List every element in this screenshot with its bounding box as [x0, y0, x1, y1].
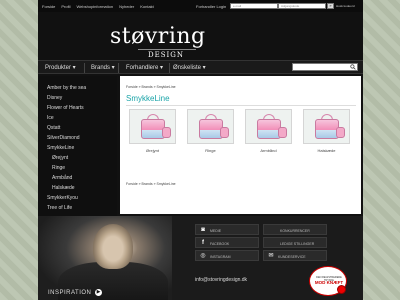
kundeservice-button[interactable]: ✉ KUNDESERVICE: [263, 250, 327, 261]
instagram-button[interactable]: ◎ INSTAGRAM: [195, 250, 259, 261]
breadcrumb-bottom[interactable]: Forside » Brands » SmykkeLine: [126, 182, 176, 186]
sidebar-item-halskaede[interactable]: Halskæde: [52, 185, 75, 191]
product-image[interactable]: [187, 109, 234, 144]
badge-ring-icon: [337, 285, 346, 294]
logo-divider: [138, 49, 196, 50]
sidebar-item-qstatt[interactable]: Qstatt: [47, 125, 60, 131]
page-title: SmykkeLine: [126, 94, 170, 103]
logo-main-text: støvring: [110, 24, 206, 49]
top-link-profil[interactable]: Profil: [61, 4, 70, 9]
konkurrencer-label: KONKURRENCER: [280, 229, 310, 233]
product-label[interactable]: Ørejynt: [129, 148, 176, 153]
instagram-label: INSTAGRAM: [210, 255, 231, 259]
nav-onskeliste-label: Ønskeliste: [173, 65, 202, 71]
sidebar-item-orejynt[interactable]: Ørejynt: [52, 155, 68, 161]
product-image[interactable]: [129, 109, 176, 144]
product-image[interactable]: [245, 109, 292, 144]
nav-separator: [118, 63, 119, 73]
password-field[interactable]: Adgangskode: [278, 3, 326, 9]
nav-produkter[interactable]: Produkter ▾: [45, 64, 76, 71]
top-link-forside[interactable]: Forside: [42, 4, 55, 9]
search-input[interactable]: [292, 63, 358, 71]
sidebar-item-tree-of-life[interactable]: Tree of Life: [47, 205, 72, 211]
username-field[interactable]: e-mail: [230, 3, 278, 9]
sidebar-item-smykkerkyou[interactable]: SmykkerKyou: [47, 195, 78, 201]
product-card[interactable]: Armbånd: [245, 109, 292, 153]
nav-separator: [84, 63, 85, 73]
product-card[interactable]: Ringe: [187, 109, 234, 153]
facebook-icon: f: [202, 240, 204, 246]
promo-image-face: [93, 224, 133, 269]
logo-sub-text: DESIGN: [148, 51, 184, 59]
instagram-icon: ◎: [200, 253, 206, 259]
sidebar-item-amber[interactable]: Amber by the sea: [47, 85, 86, 91]
nav-brands[interactable]: Brands ▾: [91, 64, 115, 71]
nav-forhandlere-label: Forhandlere: [126, 65, 159, 71]
nav-onskeliste[interactable]: Ønskeliste ▾: [173, 64, 206, 71]
sidebar-item-ringe[interactable]: Ringe: [52, 165, 65, 171]
remember-label[interactable]: Husk kodeord: [336, 4, 355, 8]
page-frame: Forside Profil Webshopinformation Nyhede…: [38, 0, 363, 300]
top-link-nyheder[interactable]: Nyheder: [119, 4, 134, 9]
ledige-stillinger-button[interactable]: LEDIGE STILLINGER: [263, 237, 327, 248]
product-label[interactable]: Ringe: [187, 148, 234, 153]
main-content: Forside » Brands » SmykkeLine SmykkeLine…: [120, 76, 361, 214]
facebook-label: FACEBOOK: [210, 242, 230, 246]
title-divider: [126, 105, 356, 106]
sidebar: Amber by the sea Disney Flower of Hearts…: [38, 76, 117, 216]
nav-separator: [169, 63, 170, 73]
footer: INSPIRATION ▶ ◙ MEDIE KONKURRENCER f FAC…: [38, 216, 363, 300]
sidebar-item-flower-of-hearts[interactable]: Flower of Hearts: [47, 105, 84, 111]
inspiration-label: INSPIRATION: [48, 290, 92, 296]
product-card[interactable]: Ørejynt: [129, 109, 176, 153]
sidebar-item-silverdiamond[interactable]: SilverDiamond: [47, 135, 80, 141]
product-label[interactable]: Armbånd: [245, 148, 292, 153]
product-label[interactable]: Halskæde: [303, 148, 350, 153]
nav-forhandlere[interactable]: Forhandlere ▾: [126, 64, 163, 71]
contact-email[interactable]: info@stovringdesign.dk: [195, 277, 247, 283]
inspiration-banner[interactable]: INSPIRATION ▶: [38, 216, 172, 300]
logo[interactable]: støvring DESIGN: [38, 12, 363, 60]
breadcrumb[interactable]: Forside » Brands » SmykkeLine: [126, 85, 176, 89]
medie-label: MEDIE: [210, 229, 222, 233]
facebook-button[interactable]: f FACEBOOK: [195, 237, 259, 248]
search-icon[interactable]: [350, 64, 356, 70]
ledige-stillinger-label: LEDIGE STILLINGER: [280, 242, 315, 246]
sidebar-item-smykkeline[interactable]: SmykkeLine: [47, 145, 74, 151]
arrow-right-icon[interactable]: ▶: [95, 289, 102, 296]
top-link-kontakt[interactable]: Kontakt: [140, 4, 154, 9]
nav-brands-label: Brands: [91, 65, 111, 71]
top-nav: Forside Profil Webshopinformation Nyhede…: [42, 4, 154, 9]
mod-knaeft-badge[interactable]: DEN REGISTREREDE TRYKKE MOD KNÆFT: [309, 266, 347, 296]
konkurrencer-button[interactable]: KONKURRENCER: [263, 224, 327, 235]
chat-icon: ✉: [268, 253, 274, 259]
sidebar-item-disney[interactable]: Disney: [47, 95, 62, 101]
product-card[interactable]: Halskæde: [303, 109, 350, 153]
sidebar-item-armband[interactable]: Armbånd: [52, 175, 72, 181]
nav-produkter-label: Produkter: [45, 65, 72, 71]
top-link-webshopinfo[interactable]: Webshopinformation: [76, 4, 113, 9]
top-bar: Forside Profil Webshopinformation Nyhede…: [38, 0, 363, 12]
product-image[interactable]: [303, 109, 350, 144]
kundeservice-label: KUNDESERVICE: [278, 255, 306, 259]
medie-button[interactable]: ◙ MEDIE: [195, 224, 259, 235]
camera-icon: ◙: [201, 227, 205, 233]
sidebar-item-ice[interactable]: Ice: [47, 115, 54, 121]
login-button[interactable]: »: [327, 3, 334, 9]
dealer-login-label: Forhandler Login: [196, 4, 227, 9]
